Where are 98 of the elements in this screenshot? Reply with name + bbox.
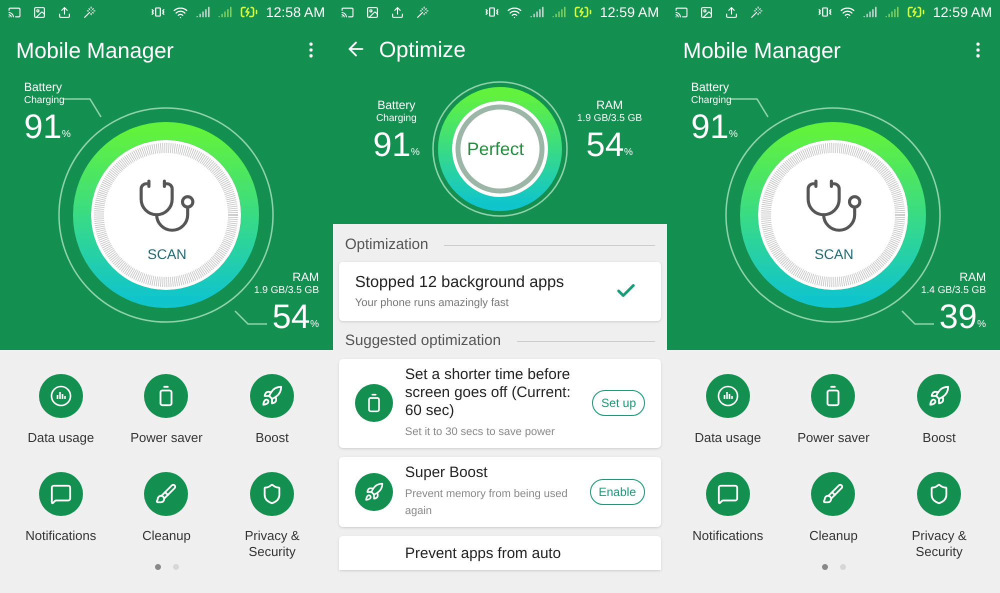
battery-status: Charging [24, 94, 65, 108]
battery-label: Battery [691, 80, 730, 94]
card-subtitle: Your phone runs amazingly fast [355, 296, 510, 311]
ram-usage: 1.4 GB/3.5 GB [920, 284, 986, 298]
gauge-status: Perfect [467, 138, 524, 161]
shortcut-button[interactable]: Power saver [114, 374, 220, 452]
battery-status: Charging [376, 112, 417, 126]
wifi-icon [506, 4, 522, 20]
card-subtitle: Set it to 30 secs to save power [405, 424, 556, 440]
shield-icon [250, 472, 294, 516]
status-time: 12:58 AM [266, 2, 325, 22]
brush-icon [144, 472, 188, 516]
bar-chart-icon [706, 374, 750, 418]
percent-unit: % [62, 128, 71, 142]
upload-icon [391, 6, 404, 18]
card-title: Super Boost [405, 464, 489, 482]
card-title: Prevent apps from auto [405, 544, 561, 562]
card-subtitle: Prevent memory from being used again [405, 486, 569, 518]
status-time: 12:59 AM [600, 2, 659, 22]
battery-label: Battery [377, 98, 416, 112]
vibrate-icon [818, 5, 832, 19]
shortcut-button[interactable]: Power saver [780, 374, 886, 452]
signal-icon [862, 5, 877, 19]
rocket-icon [917, 374, 962, 418]
shortcut-button[interactable]: Data usage [675, 374, 781, 452]
percent-unit: % [310, 318, 319, 332]
rocket-icon [250, 374, 294, 418]
cast-icon [8, 6, 21, 18]
scan-button[interactable]: SCAN [140, 244, 194, 265]
image-icon [33, 6, 46, 18]
cast-icon [341, 6, 354, 18]
leader-line [901, 310, 935, 326]
wand-icon [83, 6, 96, 18]
ram-percent: 54 [586, 126, 624, 164]
vibrate-icon [484, 5, 499, 19]
screen-title: Optimize [379, 36, 466, 64]
percent-unit: % [728, 128, 738, 142]
wifi-icon [840, 4, 855, 20]
battery-percent: 91 [24, 108, 62, 146]
shortcut-button[interactable]: Boost [886, 374, 992, 452]
signal-icon [196, 5, 210, 19]
ram-label: RAM [292, 270, 319, 284]
signal-icon [552, 5, 566, 19]
battery-icon [811, 374, 856, 418]
wand-icon [750, 6, 763, 18]
card-title: Stopped 12 background apps [355, 273, 566, 293]
signal-icon [530, 5, 544, 19]
action-button[interactable]: Enable [590, 478, 645, 504]
card-title: Set a shorter time before screen goes off (Current: 60 sec) [405, 366, 572, 420]
shortcut-button[interactable]: Privacy & Security [219, 472, 325, 560]
ram-usage: 1.9 GB/3.5 GB [577, 112, 642, 126]
shortcut-button[interactable]: Cleanup [780, 472, 886, 560]
leader-line [234, 310, 268, 326]
shield-icon [917, 472, 962, 516]
brush-icon [811, 472, 856, 516]
signal-icon [884, 5, 899, 19]
ram-label: RAM [959, 270, 986, 284]
shortcut-button[interactable]: Privacy & Security [886, 472, 992, 560]
rocket-icon [355, 472, 393, 510]
leader-line [64, 98, 102, 118]
section-header: Optimization [345, 234, 428, 255]
shortcut-button[interactable]: Cleanup [114, 472, 220, 560]
shortcut-button[interactable]: Notifications [675, 472, 781, 560]
image-icon [700, 6, 713, 18]
message-icon [706, 472, 750, 516]
scan-button[interactable]: SCAN [807, 244, 861, 265]
app-title: Mobile Manager [683, 36, 841, 65]
battery-icon [144, 374, 188, 418]
signal-icon [218, 5, 232, 19]
ram-percent: 39 [939, 298, 978, 336]
status-time: 12:59 AM [932, 2, 992, 22]
wand-icon [416, 6, 429, 18]
percent-unit: % [977, 318, 986, 332]
section-header: Suggested optimization [345, 331, 501, 352]
upload-icon [58, 6, 71, 18]
message-icon [38, 472, 83, 516]
leader-line [731, 98, 769, 118]
app-title: Mobile Manager [16, 36, 174, 65]
ram-usage: 1.9 GB/3.5 GB [254, 284, 319, 298]
battery-percent: 91 [691, 108, 729, 146]
image-icon [366, 6, 379, 18]
shortcut-button[interactable]: Boost [219, 374, 325, 452]
percent-unit: % [410, 146, 420, 160]
shortcut-button[interactable]: Data usage [8, 374, 114, 452]
bar-chart-icon [38, 374, 83, 418]
wifi-icon [172, 4, 188, 20]
upload-icon [725, 6, 738, 18]
cast-icon [675, 6, 688, 18]
action-button[interactable]: Set up [592, 390, 645, 416]
battery-percent: 91 [373, 126, 411, 164]
battery-status: Charging [691, 94, 732, 108]
battery-icon [355, 384, 393, 422]
ram-percent: 54 [272, 298, 310, 336]
vibrate-icon [150, 5, 165, 19]
battery-label: Battery [24, 80, 62, 94]
ram-label: RAM [596, 98, 623, 112]
percent-unit: % [624, 146, 633, 160]
shortcut-button[interactable]: Notifications [8, 472, 114, 560]
